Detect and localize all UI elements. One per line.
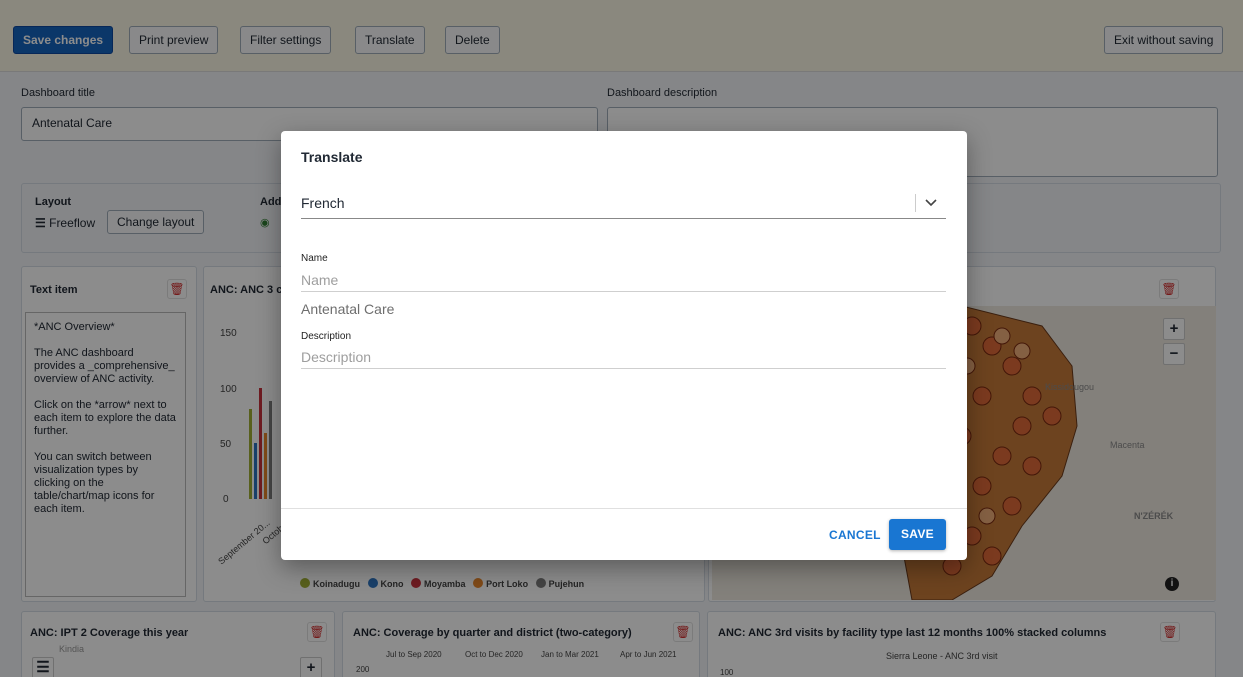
name-original-text: Antenatal Care [301, 301, 395, 317]
description-label: Description [301, 331, 352, 342]
save-button[interactable]: SAVE [889, 519, 946, 550]
language-value: French [301, 195, 345, 211]
translate-dialog: Translate French Name Name Antenatal Car… [281, 131, 967, 560]
language-select[interactable]: French [301, 189, 946, 219]
description-field[interactable]: Description [301, 347, 946, 369]
chevron-down-icon[interactable] [922, 191, 940, 213]
name-label: Name [301, 253, 328, 264]
dialog-footer-divider [281, 508, 967, 509]
name-field[interactable]: Name [301, 270, 946, 292]
dialog-title: Translate [301, 149, 363, 165]
cancel-button[interactable]: CANCEL [819, 520, 891, 550]
select-divider [915, 194, 916, 212]
